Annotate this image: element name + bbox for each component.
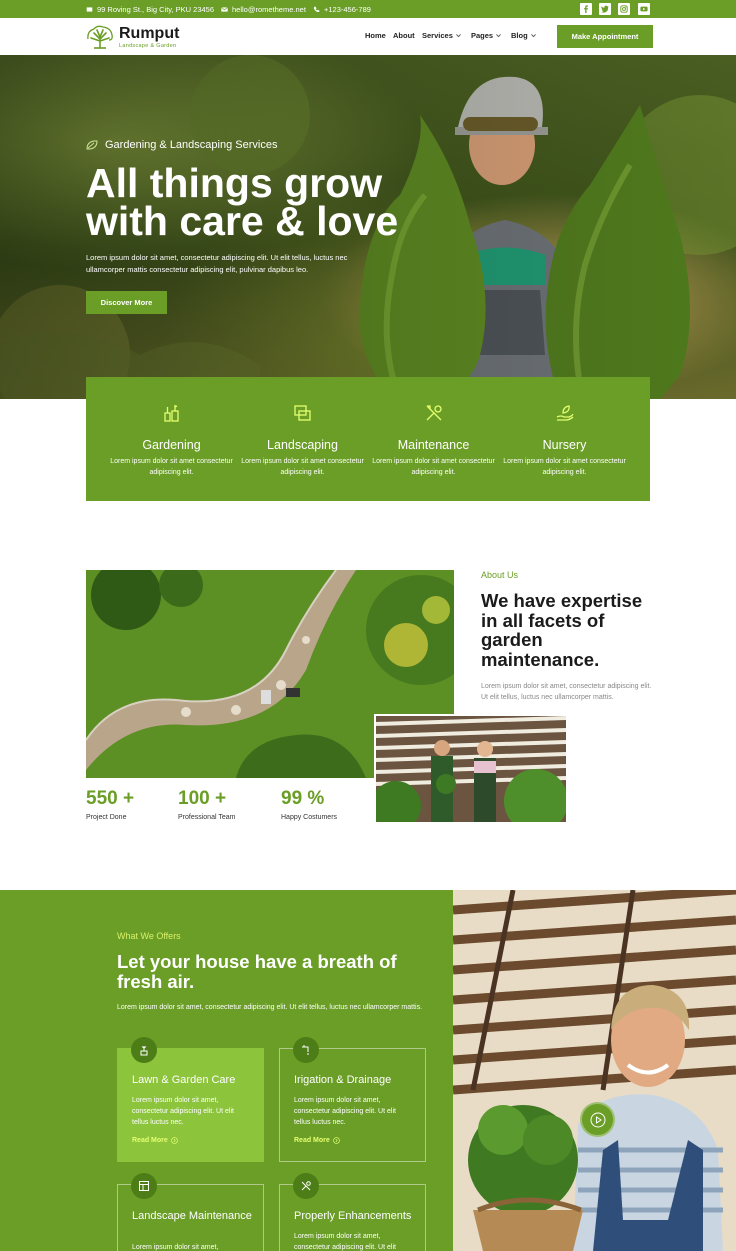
service-gardening[interactable]: Gardening Lorem ipsum dolor sit amet con…: [106, 377, 237, 501]
logo-tagline: Landscape & Garden: [119, 42, 177, 49]
map-icon: [86, 6, 93, 12]
play-icon: [590, 1112, 605, 1127]
offer-card-landscape[interactable]: Landscape Maintenance Lorem ipsum dolor …: [117, 1173, 264, 1251]
plant-pots-icon: [163, 405, 179, 422]
twitter-icon[interactable]: [599, 3, 611, 15]
nav-about-label: About: [393, 31, 415, 40]
service-text: Lorem ipsum dolor sit amet consectetur a…: [372, 458, 495, 476]
discover-more-button[interactable]: Discover More: [86, 291, 167, 314]
stat-label: Project Done: [86, 814, 127, 821]
hero-description: Lorem ipsum dolor sit amet, consectetur …: [86, 253, 348, 274]
service-landscaping[interactable]: Landscaping Lorem ipsum dolor sit amet c…: [237, 377, 368, 501]
stat-value: 550 +: [86, 788, 135, 809]
instagram-icon[interactable]: [618, 3, 630, 15]
main-nav: Rumput Landscape & Garden Home About Ser…: [0, 18, 736, 55]
chevron-down-icon: [496, 34, 502, 38]
offers-section: What We Offers Let your house have a bre…: [0, 890, 453, 1251]
service-title: Maintenance: [397, 438, 470, 452]
logo-name: Rumput: [119, 24, 180, 42]
top-bar: 99 Roving St., Big City, PKU 23456 hello…: [0, 0, 736, 18]
chevron-down-icon: [530, 34, 536, 38]
offer-card-enhancements[interactable]: Properly Enhancements Lorem ipsum dolor …: [279, 1173, 426, 1251]
arrow-circle-icon: [333, 1137, 340, 1144]
card-title: Irigation & Drainage: [294, 1074, 392, 1086]
phone-text: +123-456-789: [324, 4, 371, 14]
email-text: hello@rometheme.net: [232, 4, 306, 14]
play-video-button[interactable]: [580, 1102, 615, 1137]
hero-title: All things grow with care & love: [86, 160, 399, 244]
stat-team: 100 + Professional Team: [178, 788, 235, 821]
tree-logo-icon: [87, 25, 113, 49]
service-maintenance[interactable]: Maintenance Lorem ipsum dolor sit amet c…: [368, 377, 499, 501]
facebook-icon[interactable]: [580, 3, 592, 15]
read-more-label: Read More: [294, 1137, 330, 1144]
service-text: Lorem ipsum dolor sit amet consectetur a…: [503, 458, 626, 476]
stat-label: Professional Team: [178, 814, 236, 821]
offer-card-lawn[interactable]: Lawn & Garden Care Lorem ipsum dolor sit…: [117, 1037, 264, 1162]
card-text: Lorem ipsum dolor sit amet, consectetur …: [132, 1097, 234, 1126]
nav-item-blog[interactable]: Blog: [511, 31, 537, 40]
make-appointment-button[interactable]: Make Appointment: [557, 25, 653, 48]
hero-kicker: Gardening & Landscaping Services: [86, 139, 277, 151]
hero-section: Gardening & Landscaping Services All thi…: [0, 55, 736, 399]
service-title: Gardening: [142, 438, 201, 452]
gardeners-greenhouse-image: [374, 714, 568, 824]
chevron-down-icon: [455, 34, 461, 38]
service-text: Lorem ipsum dolor sit amet consectetur a…: [110, 458, 233, 476]
smiling-gardener-image: [453, 890, 736, 1251]
logo[interactable]: Rumput Landscape & Garden: [85, 25, 179, 49]
read-more-link[interactable]: Read More: [294, 1137, 340, 1144]
email-info[interactable]: hello@rometheme.net: [221, 0, 306, 18]
tools-icon: [293, 1173, 319, 1199]
plant-icon: [131, 1037, 157, 1063]
read-more-link[interactable]: Read More: [132, 1137, 178, 1144]
stat-value: 100 +: [178, 788, 227, 809]
layout-icon: [131, 1173, 157, 1199]
stat-label: Happy Costumers: [281, 814, 338, 821]
card-title: Properly Enhancements: [294, 1210, 412, 1222]
stat-value: 99 %: [281, 788, 325, 809]
card-title: Lawn & Garden Care: [132, 1074, 236, 1086]
card-title: Landscape Maintenance: [132, 1210, 252, 1222]
phone-info[interactable]: +123-456-789: [313, 0, 371, 18]
card-text: Lorem ipsum dolor sit amet,: [132, 1244, 219, 1251]
service-text: Lorem ipsum dolor sit amet consectetur a…: [241, 458, 364, 476]
arrow-circle-icon: [171, 1137, 178, 1144]
hero-kicker-text: Gardening & Landscaping Services: [105, 139, 278, 151]
nav-blog-label: Blog: [511, 31, 528, 40]
card-text: Lorem ipsum dolor sit amet, consectetur …: [294, 1233, 396, 1251]
envelope-icon: [221, 6, 228, 12]
nav-item-services[interactable]: Services: [422, 31, 462, 40]
service-title: Nursery: [542, 438, 587, 452]
layers-icon: [293, 405, 311, 421]
card-text: Lorem ipsum dolor sit amet, consectetur …: [294, 1097, 396, 1126]
offers-kicker: What We Offers: [117, 931, 181, 941]
youtube-icon[interactable]: [638, 3, 650, 15]
tools-icon: [426, 405, 442, 421]
nav-item-home[interactable]: Home: [365, 31, 386, 40]
hand-leaf-icon: [556, 405, 574, 421]
offers-title: Let your house have a breath of fresh ai…: [117, 951, 397, 992]
nav-services-label: Services: [422, 31, 453, 40]
stat-projects: 550 + Project Done: [86, 788, 134, 821]
service-title: Landscaping: [267, 438, 338, 452]
leaf-icon: [86, 140, 98, 150]
service-nursery[interactable]: Nursery Lorem ipsum dolor sit amet conse…: [499, 377, 630, 501]
address-info: 99 Roving St., Big City, PKU 23456: [86, 0, 214, 18]
nav-item-pages[interactable]: Pages: [471, 31, 502, 40]
read-more-label: Read More: [132, 1137, 168, 1144]
services-strip: Gardening Lorem ipsum dolor sit amet con…: [86, 377, 650, 501]
about-text: Lorem ipsum dolor sit amet, consectetur …: [481, 683, 652, 701]
faucet-icon: [293, 1037, 319, 1063]
stat-customers: 99 % Happy Costumers: [281, 788, 337, 821]
offers-text: Lorem ipsum dolor sit amet, consectetur …: [117, 1004, 423, 1011]
offer-card-irrigation[interactable]: Irigation & Drainage Lorem ipsum dolor s…: [279, 1037, 426, 1162]
nav-item-about[interactable]: About: [393, 31, 415, 40]
phone-icon: [313, 6, 320, 12]
nav-home-label: Home: [365, 31, 386, 40]
about-title: We have expertise in all facets of garde…: [481, 590, 643, 670]
address-text: 99 Roving St., Big City, PKU 23456: [97, 4, 215, 14]
about-kicker: About Us: [481, 570, 519, 580]
nav-pages-label: Pages: [471, 31, 494, 40]
